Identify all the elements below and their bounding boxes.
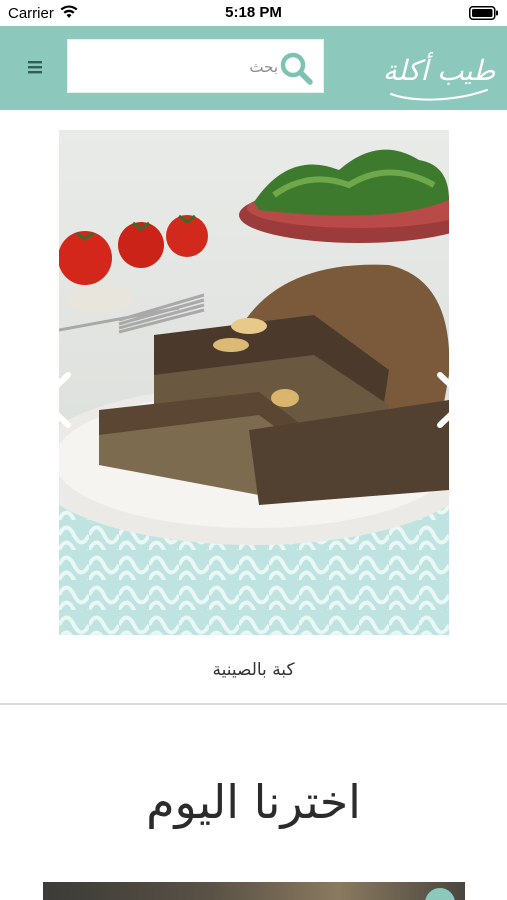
logo-text: أطيب أكلة: [383, 52, 495, 87]
featured-badge: [425, 888, 455, 900]
search-box: [67, 39, 324, 93]
recipe-carousel[interactable]: [0, 130, 507, 635]
status-bar: Carrier 5:18 PM: [0, 0, 507, 26]
recipe-photo[interactable]: [59, 130, 449, 635]
section-heading: اخترنا اليوم: [146, 775, 361, 829]
chevron-left-icon[interactable]: [30, 370, 80, 430]
app-header: أطيب أكلة: [0, 26, 507, 110]
chevron-right-icon[interactable]: [428, 370, 478, 430]
app-logo[interactable]: أطيب أكلة: [383, 32, 507, 106]
clock: 5:18 PM: [225, 4, 282, 21]
featured-recipe-photo[interactable]: [43, 882, 465, 900]
battery-icon: [469, 6, 498, 20]
menu-icon[interactable]: [24, 56, 46, 78]
search-icon[interactable]: [279, 51, 313, 85]
section-divider: [0, 703, 507, 705]
search-input[interactable]: [76, 46, 280, 88]
recipe-title[interactable]: كبة بالصينية: [0, 660, 507, 680]
